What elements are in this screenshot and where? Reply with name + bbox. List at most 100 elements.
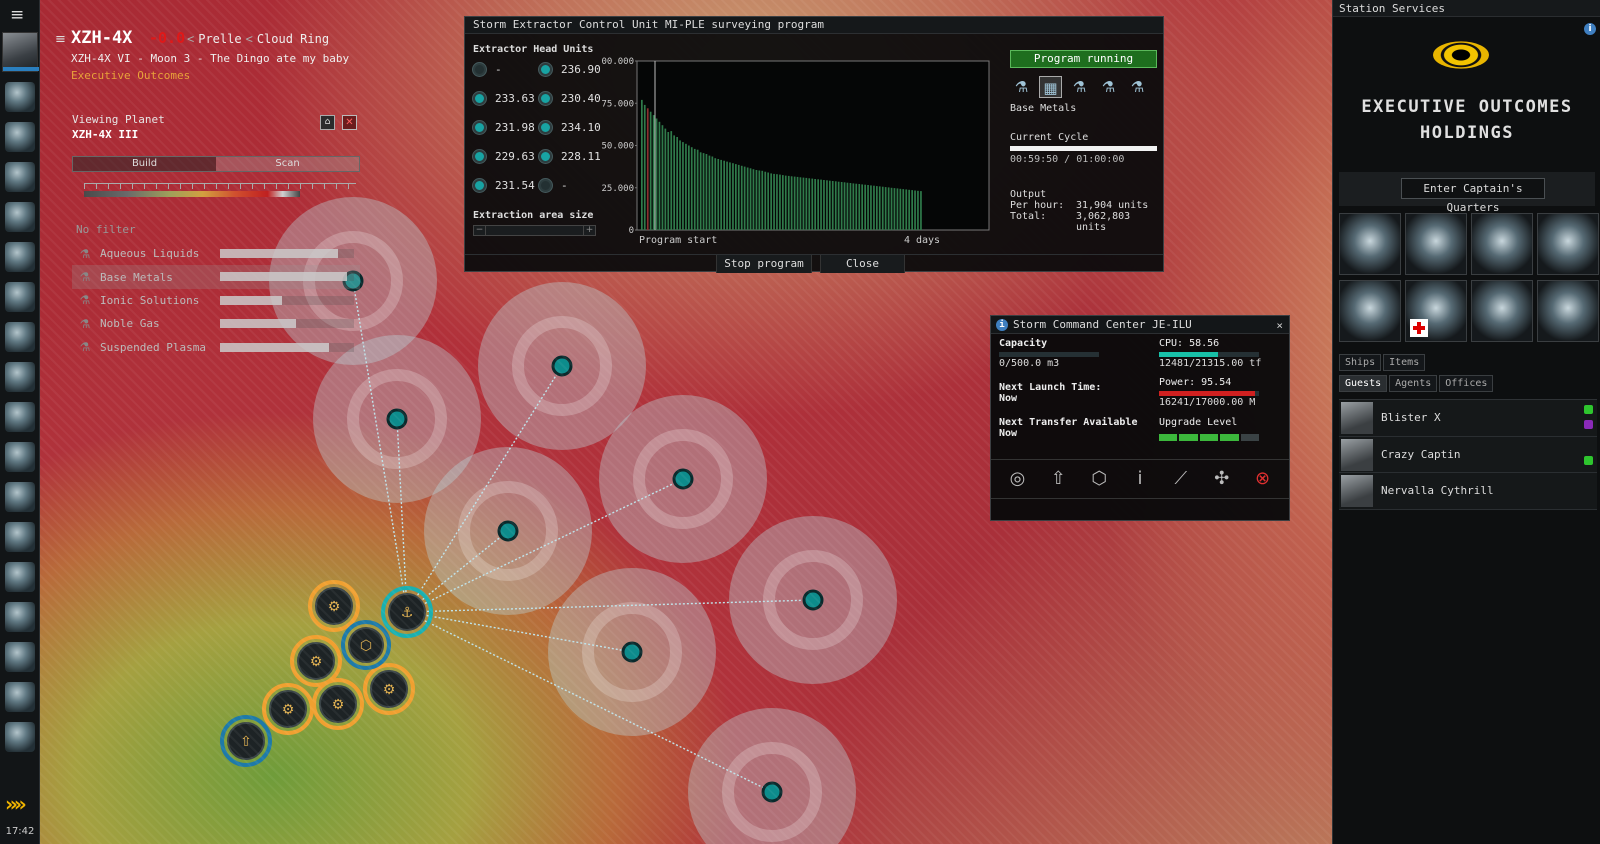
area-size-slider[interactable]: − + <box>473 225 596 236</box>
extractor-head[interactable]: 234.10 <box>539 119 605 135</box>
people-places-icon[interactable] <box>5 162 35 192</box>
browser-icon[interactable] <box>5 722 35 752</box>
guest-row[interactable]: Blister X <box>1339 400 1597 437</box>
home-icon[interactable]: ⌂ <box>320 115 335 130</box>
exit-planet-icon[interactable]: ✕ <box>342 115 357 130</box>
target-icon[interactable]: ◎ <box>1003 465 1031 493</box>
avatar[interactable] <box>1341 475 1373 508</box>
extractor-head[interactable]: 229.63 <box>473 148 539 164</box>
skills-icon[interactable] <box>5 122 35 152</box>
avatar[interactable] <box>1341 438 1373 471</box>
expand-chevrons-icon[interactable]: »» <box>5 792 37 816</box>
guest-row[interactable]: Crazy Captin <box>1339 436 1597 474</box>
mail-icon[interactable] <box>5 202 35 232</box>
decommission-icon[interactable]: ⊗ <box>1248 465 1276 493</box>
extractor-head[interactable]: 233.63 <box>473 90 539 106</box>
journal-icon[interactable] <box>5 442 35 472</box>
clone-bay-icon[interactable] <box>1405 213 1467 275</box>
tab-agents[interactable]: Agents <box>1389 375 1438 392</box>
system-name[interactable]: XZH-4X <box>71 28 132 48</box>
close-button[interactable]: Close <box>820 255 905 273</box>
lp-store-icon[interactable] <box>1537 280 1599 342</box>
extractor-head[interactable]: 228.11 <box>539 148 605 164</box>
link-icon[interactable]: ⟋ <box>1167 465 1195 493</box>
enter-quarters-button[interactable]: Enter Captain's Quarters <box>1401 178 1545 214</box>
breadcrumb-constellation[interactable]: Prelle <box>198 32 241 46</box>
processor-icon[interactable]: ⚙ <box>262 683 314 735</box>
guest-row[interactable]: Nervalla Cythrill <box>1339 473 1597 511</box>
tab-offices[interactable]: Offices <box>1439 375 1494 392</box>
no-filter-option[interactable]: No filter <box>76 223 136 236</box>
reprocessing-icon[interactable] <box>1537 213 1599 275</box>
extractor-head-node[interactable] <box>386 408 408 430</box>
extractor-head-node[interactable] <box>802 589 824 611</box>
fitting-icon[interactable] <box>1339 280 1401 342</box>
extractor-head-node[interactable] <box>621 641 643 663</box>
corporation-icon[interactable] <box>5 282 35 312</box>
repair-shop-icon[interactable] <box>1339 213 1401 275</box>
extractor-control-unit-icon[interactable]: ⚓ <box>381 586 433 638</box>
extractor-head-node[interactable] <box>761 781 783 803</box>
tab-guests[interactable]: Guests <box>1339 375 1388 392</box>
station-services-title[interactable]: Station Services <box>1333 0 1600 17</box>
arrows-in-icon[interactable]: ✣ <box>1208 465 1236 493</box>
character-sheet-icon[interactable] <box>5 82 35 112</box>
program-status-button[interactable]: Program running <box>1010 50 1157 68</box>
fleet-icon[interactable] <box>5 482 35 512</box>
info-icon[interactable]: i <box>1584 23 1596 35</box>
extractor-head[interactable]: - <box>539 177 605 193</box>
ionic-solutions-icon[interactable]: ⚗ <box>1068 76 1091 98</box>
extractor-head[interactable]: 231.54 <box>473 177 539 193</box>
calculator-icon[interactable] <box>5 682 35 712</box>
notepad-icon[interactable] <box>5 562 35 592</box>
medical-icon[interactable] <box>1405 280 1467 342</box>
cube-icon[interactable]: ⬡ <box>1085 465 1113 493</box>
noble-gas-icon[interactable]: ⚗ <box>1097 76 1120 98</box>
standings-icon[interactable] <box>5 602 35 632</box>
processor-icon[interactable]: ⚙ <box>312 678 364 730</box>
storage-icon[interactable]: ⬡ <box>341 620 391 670</box>
assets-icon[interactable] <box>5 402 35 432</box>
extractor-head[interactable]: - <box>473 61 539 77</box>
market-icon[interactable] <box>5 322 35 352</box>
research-icon[interactable] <box>1471 213 1533 275</box>
upgrade-level-bar[interactable] <box>1159 434 1260 441</box>
extractor-head[interactable]: 230.40 <box>539 90 605 106</box>
tab-scan[interactable]: Scan <box>216 157 359 171</box>
neocom-menu-icon[interactable]: ≡ <box>10 7 30 24</box>
decrease-icon[interactable]: − <box>474 226 486 235</box>
extractor-title[interactable]: Storm Extractor Control Unit MI-PLE surv… <box>465 17 1163 34</box>
processor-icon[interactable]: ⚙ <box>363 663 415 715</box>
resource-row[interactable]: ⚗ Ionic Solutions <box>72 289 360 312</box>
map-icon[interactable] <box>5 362 35 392</box>
command-center-title[interactable]: i Storm Command Center JE-ILU × <box>991 316 1289 334</box>
command-center-icon[interactable]: ⇧ <box>220 715 272 767</box>
close-icon[interactable]: × <box>1276 317 1283 334</box>
info-icon[interactable]: i <box>996 319 1008 331</box>
resource-row[interactable]: ⚗ Base Metals <box>72 265 360 289</box>
resource-row[interactable]: ⚗ Suspended Plasma <box>72 336 360 359</box>
station-location[interactable]: XZH-4X VI - Moon 3 - The Dingo ate my ba… <box>71 52 349 65</box>
aqueous-liquids-icon[interactable]: ⚗ <box>1010 76 1033 98</box>
extractor-head-node[interactable] <box>672 468 694 490</box>
processor-icon[interactable]: ⚙ <box>290 635 342 687</box>
location-menu-icon[interactable]: ≡ <box>55 32 66 47</box>
character-portrait[interactable] <box>2 32 39 72</box>
tab-build[interactable]: Build <box>73 157 216 171</box>
scan-range-slider[interactable] <box>76 183 356 201</box>
processor-icon[interactable]: ⚙ <box>308 580 360 632</box>
extractor-head[interactable]: 231.98 <box>473 119 539 135</box>
industry-icon[interactable] <box>5 642 35 672</box>
planets-icon[interactable] <box>5 522 35 552</box>
tab-ships[interactable]: Ships <box>1339 354 1382 371</box>
stop-program-button[interactable]: Stop program <box>716 255 812 273</box>
extractor-head-node[interactable] <box>551 355 573 377</box>
increase-icon[interactable]: + <box>583 226 595 235</box>
insurance-icon[interactable] <box>1471 280 1533 342</box>
avatar[interactable] <box>1341 402 1373 434</box>
rocket-icon[interactable]: ⇧ <box>1044 465 1072 493</box>
base-metals-icon[interactable]: ▦ <box>1039 76 1062 98</box>
info-icon[interactable]: i <box>1126 465 1154 493</box>
extractor-head[interactable]: 236.90 <box>539 61 605 77</box>
contacts-icon[interactable] <box>5 242 35 272</box>
